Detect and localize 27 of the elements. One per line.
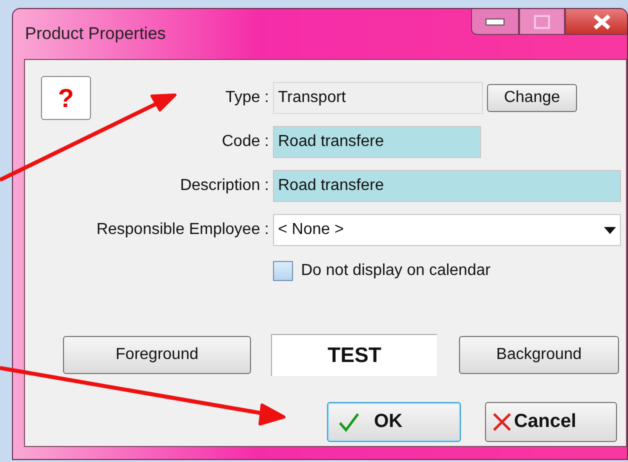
checkmark-icon — [338, 412, 360, 432]
checkbox[interactable] — [273, 261, 293, 281]
field-label: Responsible Employee : — [95, 220, 270, 240]
background-button[interactable]: Background — [459, 336, 619, 374]
maximize-button[interactable] — [519, 9, 565, 35]
text-field[interactable]: Road transfere — [273, 170, 621, 202]
cancel-button[interactable]: Cancel — [485, 402, 617, 442]
dropdown-arrow-icon — [604, 226, 616, 234]
minimize-button[interactable] — [471, 9, 519, 35]
window-title: Product Properties — [25, 23, 166, 46]
field-label: Type : — [224, 88, 270, 108]
help-button[interactable]: ? — [41, 76, 91, 120]
minimize-icon — [485, 18, 505, 26]
foreground-button[interactable]: Foreground — [63, 336, 251, 374]
ok-button[interactable]: OK — [327, 402, 461, 442]
change-button[interactable]: Change — [487, 84, 577, 112]
field-label: Code : — [220, 132, 270, 152]
checkbox-label: Do not display on calendar — [301, 261, 490, 281]
preview-text: TEST — [271, 334, 437, 376]
maximize-icon — [534, 14, 550, 28]
type-field[interactable]: Transport — [273, 82, 483, 114]
cross-icon — [492, 412, 512, 432]
close-icon — [593, 14, 611, 30]
text-field[interactable]: Road transfere — [273, 126, 481, 158]
dropdown-field[interactable]: < None > — [273, 214, 621, 246]
close-button[interactable] — [565, 9, 627, 35]
field-label: Description : — [179, 176, 270, 196]
